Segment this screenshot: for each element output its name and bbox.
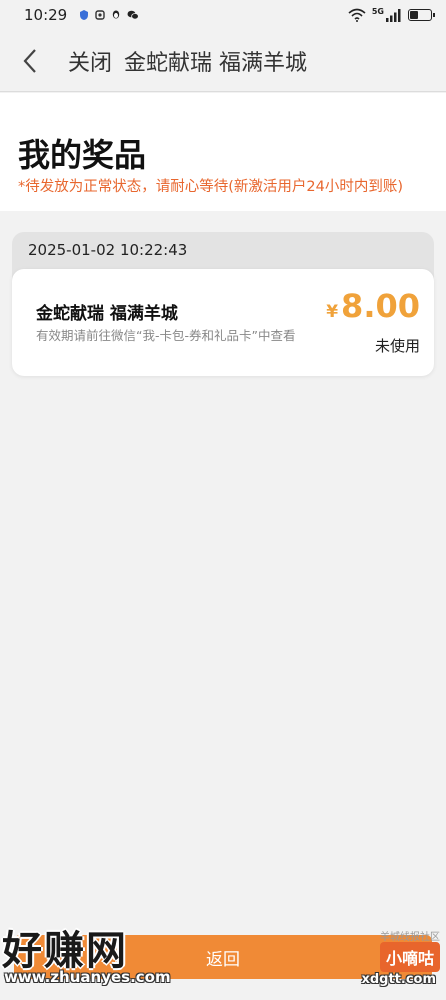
currency-symbol: ¥ — [326, 302, 339, 322]
amount-value: 8.00 — [341, 287, 420, 325]
prize-header: 我的奖品 *待发放为正常状态，请耐心等待(新激活用户24小时内到账) — [0, 93, 446, 211]
status-left: 10:29 — [24, 6, 140, 24]
shield-icon — [80, 10, 89, 20]
watermark-badge: 小嘀咕 — [379, 942, 440, 972]
app-icon — [95, 10, 105, 20]
chevron-left-icon — [23, 48, 36, 73]
qq-icon — [113, 10, 120, 19]
signal-icon — [386, 8, 401, 22]
back-button[interactable] — [0, 30, 60, 92]
prize-amount: ¥ 8.00 — [326, 287, 420, 325]
watermark-url: www.zhuanyes.com — [4, 968, 171, 986]
close-button[interactable]: 关闭 — [68, 45, 112, 77]
battery-icon — [408, 9, 435, 21]
status-bar: 10:29 5G — [0, 0, 446, 30]
watermark-tag: 羊城线报社区 — [380, 932, 440, 943]
network-type: 5G — [371, 6, 384, 16]
status-right: 5G — [348, 6, 435, 22]
watermark-left: 好赚网 www.zhuanyes.com — [0, 918, 200, 990]
page-title: 我的奖品 — [18, 136, 147, 174]
return-button-label: 返回 — [206, 949, 240, 970]
prize-name: 金蛇献瑞 福满羊城 — [36, 304, 178, 324]
wechat-icon — [127, 10, 140, 20]
nav-title: 金蛇献瑞 福满羊城 — [124, 50, 308, 76]
watermark-site: xdgtt.com — [361, 972, 436, 987]
prize-date: 2025-01-02 10:22:43 — [28, 241, 188, 259]
nav-bar: 关闭 金蛇献瑞 福满羊城 — [0, 30, 446, 92]
watermark-right: 羊城线报社区 小嘀咕 xdgtt.com — [356, 928, 440, 990]
prize-status: 未使用 — [374, 337, 420, 355]
prize-item: 2025-01-02 10:22:43 金蛇献瑞 福满羊城 有效期请前往微信“我… — [12, 232, 434, 376]
status-time: 10:29 — [24, 6, 68, 24]
wifi-icon — [348, 8, 366, 22]
prize-card[interactable]: 金蛇献瑞 福满羊城 有效期请前往微信“我-卡包-券和礼品卡”中查看 ¥ 8.00… — [12, 269, 434, 376]
prize-description: 有效期请前往微信“我-卡包-券和礼品卡”中查看 — [36, 328, 296, 343]
notice-text: *待发放为正常状态，请耐心等待(新激活用户24小时内到账) — [18, 179, 404, 195]
